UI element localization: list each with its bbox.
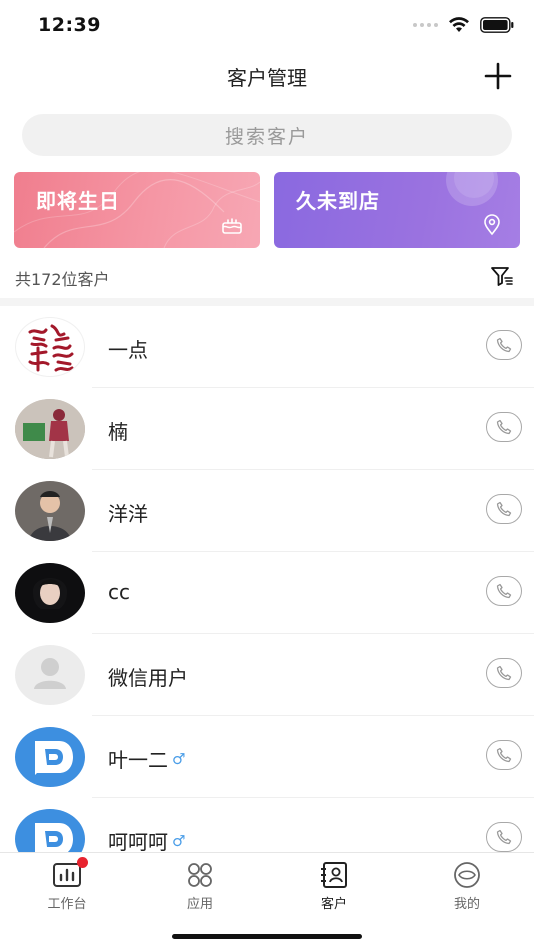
phone-call-button[interactable] — [486, 412, 522, 442]
phone-call-button[interactable] — [486, 494, 522, 524]
phone-call-button[interactable] — [486, 576, 522, 606]
cake-icon — [222, 218, 242, 234]
customer-row[interactable]: 楠 — [0, 388, 534, 470]
tab-label: 应用 — [186, 897, 213, 912]
customer-row[interactable]: 呵呵呵 ♂ — [0, 798, 534, 852]
phone-icon — [496, 501, 512, 517]
customer-row[interactable]: 一点 — [0, 306, 534, 388]
long-absent-label: 久未到店 — [296, 189, 380, 213]
tab-customers[interactable]: 客户 — [284, 861, 384, 912]
phone-call-button[interactable] — [486, 330, 522, 360]
customer-row[interactable]: 微信用户 — [0, 634, 534, 716]
phone-call-button[interactable] — [486, 740, 522, 770]
customer-name: 一点 — [108, 338, 148, 362]
customer-count-row: 共172位客户 — [0, 262, 534, 292]
long-absent-card[interactable]: 久未到店 — [274, 172, 520, 248]
male-gender-icon: ♂ — [172, 749, 186, 768]
phone-icon — [496, 583, 512, 599]
search-placeholder: 搜索客户 — [224, 125, 309, 148]
plus-icon[interactable] — [482, 60, 514, 92]
apps-grid-icon — [188, 863, 212, 887]
phone-icon — [496, 747, 512, 763]
page-title: 客户管理 — [227, 66, 307, 90]
location-pin-icon — [484, 214, 500, 236]
phone-icon — [496, 337, 512, 353]
notification-badge — [77, 857, 88, 868]
customer-name: cc — [108, 580, 130, 604]
male-gender-icon: ♂ — [172, 831, 186, 850]
app-logo-avatar — [15, 727, 85, 787]
customer-name: 微信用户 — [108, 666, 188, 690]
nav-bar: 客户管理 — [0, 52, 534, 102]
profile-eye-icon — [454, 862, 480, 888]
tab-label: 客户 — [320, 897, 347, 912]
default-user-avatar — [15, 645, 85, 705]
customer-row[interactable]: 叶一二 ♂ — [0, 716, 534, 798]
status-icons — [413, 17, 514, 33]
phone-icon — [496, 419, 512, 435]
customer-row[interactable]: cc — [0, 552, 534, 634]
phone-call-button[interactable] — [486, 658, 522, 688]
search-input[interactable]: 搜索客户 — [22, 114, 512, 156]
photo-avatar — [15, 481, 85, 541]
customer-name: 洋洋 — [108, 502, 148, 526]
cellular-signal-icon — [413, 23, 438, 27]
filter-icon[interactable] — [490, 264, 514, 288]
app-logo-avatar — [15, 809, 85, 852]
tab-label: 工作台 — [47, 897, 87, 912]
calligraphy-avatar — [15, 317, 85, 377]
customer-name: 楠 — [108, 420, 128, 444]
phone-call-button[interactable] — [486, 822, 522, 852]
photo-avatar — [15, 563, 85, 623]
customer-count: 共172位客户 — [15, 270, 110, 289]
status-bar: 12:39 — [0, 0, 534, 52]
customer-name: 叶一二 ♂ — [108, 748, 186, 772]
tab-mine[interactable]: 我的 — [417, 861, 517, 912]
customer-name: 呵呵呵 ♂ — [108, 830, 186, 852]
customer-row[interactable]: 洋洋 — [0, 470, 534, 552]
customer-card-icon — [321, 862, 347, 888]
home-indicator[interactable] — [172, 934, 362, 939]
phone-icon — [496, 665, 512, 681]
tab-label: 我的 — [453, 897, 480, 912]
customer-list[interactable]: 一点 楠 洋洋 cc 微信用户 叶一二 ♂ 呵呵呵 ♂ — [0, 306, 534, 852]
upcoming-birthday-label: 即将生日 — [36, 189, 120, 213]
tab-workbench[interactable]: 工作台 — [17, 857, 117, 912]
wifi-icon — [449, 17, 469, 32]
battery-icon — [480, 17, 514, 33]
phone-icon — [496, 829, 512, 845]
status-time: 12:39 — [38, 14, 101, 36]
section-divider — [0, 298, 534, 306]
photo-avatar — [15, 399, 85, 459]
tab-apps[interactable]: 应用 — [150, 861, 250, 912]
upcoming-birthday-card[interactable]: 即将生日 — [14, 172, 260, 248]
